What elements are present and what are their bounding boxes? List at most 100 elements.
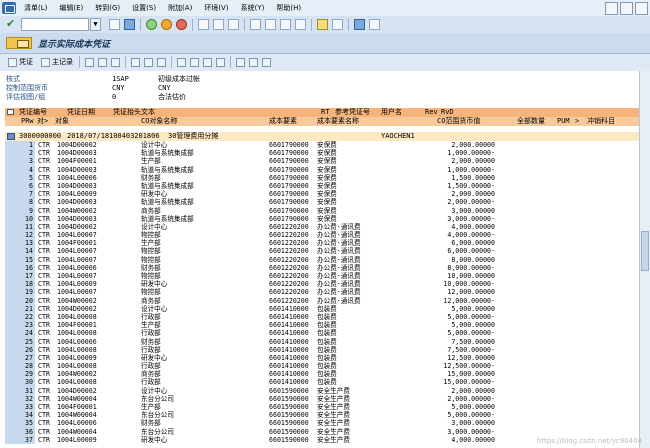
table-row[interactable]: 11 CTR 1004D00002 设计中心 6601220200 办公费-通讯费 4,00… bbox=[5, 222, 645, 232]
spreadsheet-icon[interactable] bbox=[203, 57, 212, 67]
vertical-scrollbar[interactable] bbox=[639, 71, 650, 448]
col-co-area-currency-value[interactable]: CO范围货币值 bbox=[437, 117, 480, 126]
next-page-icon[interactable] bbox=[280, 19, 291, 30]
col-obj-type[interactable]: 对> bbox=[37, 117, 48, 126]
print-icon[interactable] bbox=[198, 19, 209, 30]
find-next-icon[interactable] bbox=[228, 19, 239, 30]
sum-icon[interactable] bbox=[157, 57, 166, 67]
maximize-icon[interactable] bbox=[620, 2, 633, 15]
table-row[interactable]: 16 CTR 1004L00006 财务部 6601220200 办公费-通讯费 8,000… bbox=[5, 263, 645, 273]
history-icon[interactable] bbox=[109, 19, 120, 30]
voucher-button[interactable]: 凭证 bbox=[6, 57, 33, 67]
table-row[interactable]: 9 CTR 1004W00002 商务部 6601790000 安保费 3,000.0000… bbox=[5, 206, 645, 215]
table-row[interactable]: 19 CTR 1004L00007 物控部 6601220200 办公费-通讯费 12,00… bbox=[5, 288, 645, 297]
table-row[interactable]: 8 CTR 1004D00003 轨道与系统集成部 6601790000 安保费 2,000… bbox=[5, 198, 645, 207]
grid-icon[interactable] bbox=[190, 57, 199, 67]
exit-icon[interactable] bbox=[161, 19, 172, 30]
sort-descending-icon[interactable] bbox=[144, 57, 153, 67]
back-icon[interactable] bbox=[146, 19, 157, 30]
row-cost-element-name: 安保费 bbox=[317, 141, 337, 149]
select-layout-icon[interactable] bbox=[249, 57, 258, 67]
col-total-quantity[interactable]: 全部数量 bbox=[517, 117, 545, 126]
table-row[interactable]: 30 CTR 1004L00008 行政部 6601410000 包装费 15,000.00… bbox=[5, 378, 645, 387]
enter-check-icon[interactable] bbox=[5, 17, 17, 31]
help-icon[interactable] bbox=[354, 19, 365, 30]
table-row[interactable]: 26 CTR 1004L00008 行政部 6601410000 包装费 7,500.000… bbox=[5, 345, 645, 354]
detail-icon[interactable] bbox=[85, 57, 94, 67]
table-row[interactable]: 35 CTR 1004L00006 财务部 6601590000 安全生产费 3,000.0… bbox=[5, 419, 645, 428]
col-cost-element[interactable]: 成本要素 bbox=[269, 117, 297, 126]
command-field[interactable] bbox=[21, 18, 89, 31]
menu-environment[interactable]: 环境(V) bbox=[198, 3, 234, 13]
table-row[interactable]: 36 CTR 1004W00004 东台分公司 6601590000 安全生产费 3,000… bbox=[5, 427, 645, 436]
col-rev[interactable]: Rev bbox=[425, 108, 438, 117]
table-row[interactable]: 1 CTR 1004D00002 设计中心 6601790000 安保费 2,000.000… bbox=[5, 141, 645, 150]
table-row[interactable]: 33 CTR 1004F00001 生产部 6601590000 安全生产费 5,000.0… bbox=[5, 403, 645, 412]
last-page-icon[interactable] bbox=[295, 19, 306, 30]
previous-page-icon[interactable] bbox=[265, 19, 276, 30]
table-row[interactable]: 24 CTR 1004L00008 行政部 6601410000 包装费 5,000.000… bbox=[5, 329, 645, 338]
export-icon[interactable] bbox=[177, 57, 186, 67]
col-offset-account[interactable]: 冲销科目 bbox=[587, 117, 615, 126]
table-row[interactable]: 22 CTR 1004L00008 行政部 6601410000 包装费 5,000.000… bbox=[5, 312, 645, 322]
change-layout-icon[interactable] bbox=[236, 57, 245, 67]
menu-list[interactable]: 清单(L) bbox=[18, 3, 53, 13]
filter-icon[interactable] bbox=[111, 57, 120, 67]
col-doc-date[interactable]: 凭证日期 bbox=[67, 108, 95, 117]
layout-icon[interactable] bbox=[369, 19, 380, 30]
sort-ascending-icon[interactable] bbox=[131, 57, 140, 67]
sap-logo-icon[interactable] bbox=[2, 2, 16, 14]
master-record-button[interactable]: 主记录 bbox=[39, 57, 73, 67]
table-row[interactable]: 32 CTR 1004W00004 东台分公司 6601590000 安全生产费 2,000… bbox=[5, 394, 645, 404]
table-row[interactable]: 4 CTR 1004D00003 轨道与系统集成部 6601790000 安保费 1,000… bbox=[5, 165, 645, 174]
sort-icon[interactable] bbox=[7, 109, 14, 115]
row-cost-element: 6601220200 bbox=[269, 222, 309, 231]
col-prw[interactable]: PRw bbox=[21, 117, 34, 126]
cancel-icon[interactable] bbox=[176, 19, 187, 30]
table-row[interactable]: 21 CTR 1004D00002 设计中心 6601410000 包装费 5,000.00… bbox=[5, 304, 645, 313]
table-row[interactable]: 3 CTR 1004F00001 生产部 6601790000 安保费 2,000.0000… bbox=[5, 157, 645, 166]
table-row[interactable]: 14 CTR 1004L00007 物控部 6601220200 办公费-通讯费 6,000… bbox=[5, 247, 645, 256]
menu-extras[interactable]: 附加(A) bbox=[162, 3, 198, 13]
table-row[interactable]: 5 CTR 1004L00006 财务部 6601790000 安保费 1,500.0000… bbox=[5, 173, 645, 182]
table-row[interactable]: 6 CTR 1004D00003 轨道与系统集成部 6601790000 安保费 1,500… bbox=[5, 181, 645, 191]
first-page-icon[interactable] bbox=[250, 19, 261, 30]
table-row[interactable]: 31 CTR 1004D00002 设计中心 6601590000 安全生产费 2,000.… bbox=[5, 386, 645, 395]
close-icon[interactable] bbox=[635, 2, 648, 15]
menu-edit[interactable]: 编辑(E) bbox=[53, 3, 89, 13]
row-cost-element: 6601790000 bbox=[269, 149, 309, 158]
new-session-icon[interactable] bbox=[317, 19, 328, 30]
col-pum[interactable]: PUM bbox=[557, 117, 570, 126]
col-co-object-name[interactable]: CO对象名称 bbox=[141, 117, 177, 126]
save-icon[interactable] bbox=[124, 19, 135, 30]
menu-goto[interactable]: 转到(G) bbox=[89, 3, 126, 13]
col-arrow[interactable]: > bbox=[575, 117, 579, 126]
select-icon[interactable] bbox=[98, 57, 107, 67]
table-row[interactable]: 10 CTR 1004D00003 轨道与系统集成部 6601790000 安保费 3,00… bbox=[5, 214, 645, 223]
minimize-icon[interactable] bbox=[605, 2, 618, 15]
col-doc-number[interactable]: 凭证编号 bbox=[19, 108, 47, 117]
col-username[interactable]: 用户名 bbox=[381, 108, 402, 117]
col-object[interactable]: 对象 bbox=[55, 117, 69, 126]
table-row[interactable]: 20 CTR 1004W00002 商务部 6601220200 办公费-通讯费 12,00… bbox=[5, 296, 645, 305]
table-row[interactable]: 27 CTR 1004L00009 研发中心 6601410000 包装费 12,500.0… bbox=[5, 353, 645, 363]
document-header-row[interactable]: 3000000000 2018/07/18 100403201806 30管理费… bbox=[5, 132, 645, 141]
menu-system[interactable]: 系统(Y) bbox=[235, 3, 271, 13]
col-doc-header-text[interactable]: 凭证抬头文本 bbox=[113, 108, 155, 117]
save-layout-icon[interactable] bbox=[262, 57, 271, 67]
table-row[interactable]: 17 CTR 1004L00007 物控部 6601220200 办公费-通讯费 10,00… bbox=[5, 272, 645, 281]
col-cost-element-name[interactable]: 成本要素名称 bbox=[317, 117, 359, 126]
shortcut-icon[interactable] bbox=[332, 19, 343, 30]
col-rt[interactable]: RT bbox=[321, 108, 329, 117]
menu-help[interactable]: 帮助(H) bbox=[270, 3, 307, 13]
row-amount: 4,000.00000- bbox=[447, 231, 495, 240]
command-dropdown-icon[interactable]: ▼ bbox=[90, 18, 101, 31]
find-icon[interactable] bbox=[213, 19, 224, 30]
table-row[interactable]: 15 CTR 1004L00007 物控部 6601220200 办公费-通讯费 8,000… bbox=[5, 255, 645, 264]
col-rvd[interactable]: RvD bbox=[441, 108, 454, 117]
menu-settings[interactable]: 设置(S) bbox=[126, 3, 162, 13]
table-row[interactable]: 25 CTR 1004L00006 财务部 6601410000 包装费 7,500.000… bbox=[5, 337, 645, 346]
scroll-thumb[interactable] bbox=[641, 231, 649, 271]
chart-icon[interactable] bbox=[216, 57, 225, 67]
col-reference-doc[interactable]: 参考凭证号 bbox=[335, 108, 370, 117]
